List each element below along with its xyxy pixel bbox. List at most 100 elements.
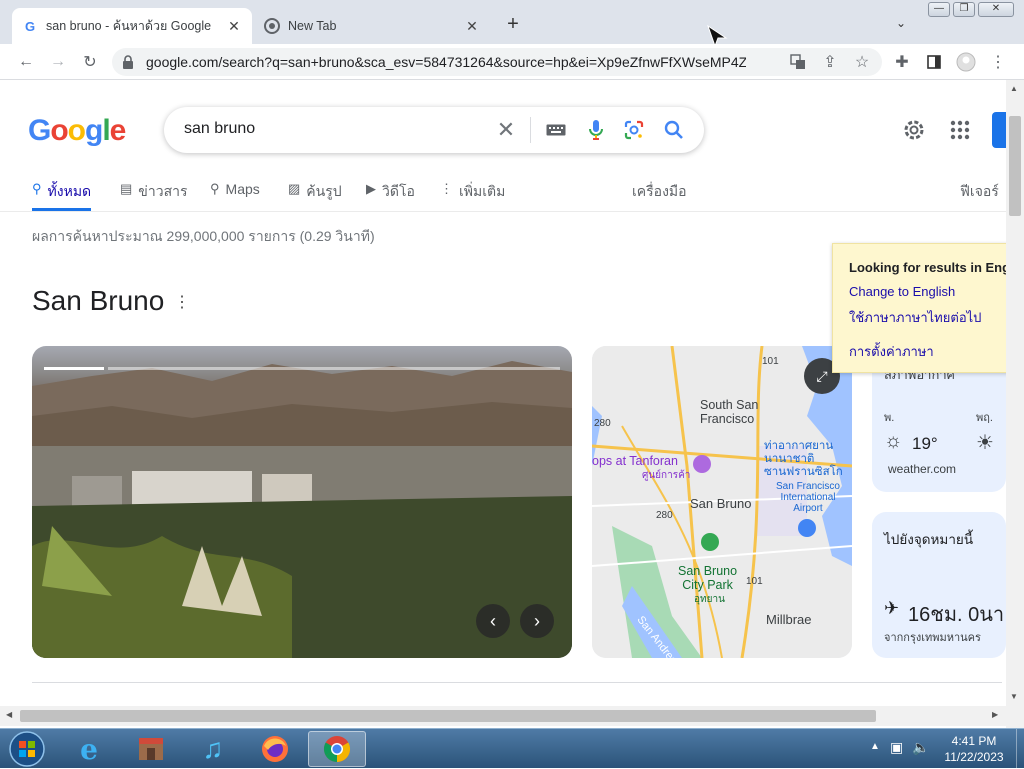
system-clock[interactable]: 4:41 PM 11/22/2023 (934, 733, 1014, 765)
tab-close-icon[interactable]: ✕ (464, 18, 480, 34)
tab-title: New Tab (288, 19, 337, 33)
map-label-hwy: 101 (762, 356, 779, 367)
tab-news[interactable]: ▤ ข่าวสาร (120, 181, 188, 211)
carousel-prev-button[interactable]: ‹ (476, 604, 510, 638)
logo-letter: g (85, 114, 103, 147)
lock-icon (123, 55, 133, 69)
profile-avatar[interactable] (956, 52, 976, 72)
address-bar[interactable]: google.com/search?q=san+bruno&sca_esv=58… (112, 48, 882, 76)
volume-muted-icon[interactable]: 🔈 (912, 739, 929, 756)
search-magnifier-icon[interactable] (662, 118, 686, 142)
map-label-city: South San Francisco (700, 398, 759, 426)
horizontal-scroll-thumb[interactable] (20, 710, 876, 722)
taskbar-chrome[interactable] (308, 731, 366, 767)
chrome-favicon-icon (264, 18, 280, 34)
clock-time: 4:41 PM (951, 734, 997, 748)
taskbar-firefox[interactable] (248, 731, 302, 767)
image-icon: ▨ (288, 181, 301, 196)
show-hidden-icons-icon[interactable]: ▲ (870, 741, 880, 752)
browser-toolbar: ← → ↻ google.com/search?q=san+bruno&sca_… (0, 44, 1024, 80)
travel-card[interactable]: ไปยังจุดหมายนี้ ✈ 16ชม. 0นา จากกรุงเทพมห… (872, 512, 1006, 658)
logo-letter: G (28, 114, 51, 147)
bookmark-star-icon[interactable]: ☆ (852, 52, 872, 72)
new-tab-button[interactable]: + (502, 14, 524, 36)
chrome-icon (323, 736, 351, 763)
minimize-button[interactable]: — (928, 2, 950, 17)
taskbar-store[interactable] (124, 731, 178, 767)
carousel-next-button[interactable]: › (520, 604, 554, 638)
travel-origin: จากกรุงเทพมหานคร (884, 632, 981, 644)
more-options-icon[interactable]: ⋮ (174, 292, 190, 312)
play-icon: ▶ (366, 181, 376, 196)
tab-search-chevron-icon[interactable]: ⌄ (896, 16, 912, 32)
sign-in-button[interactable] (992, 112, 1006, 148)
network-icon[interactable]: ▣ (890, 739, 903, 756)
scroll-left-icon[interactable]: ◀ (6, 710, 12, 719)
tab-google-search[interactable]: G san bruno - ค้นหาด้วย Google ✕ (12, 8, 252, 44)
tab-new-tab[interactable]: New Tab ✕ (254, 8, 490, 44)
location-map[interactable]: 101 280 280 101 South San Francisco ops … (592, 346, 852, 658)
menu-kebab-icon[interactable]: ⋮ (988, 52, 1008, 72)
section-divider (32, 682, 1002, 683)
logo-letter: o (50, 114, 68, 147)
language-settings-link[interactable]: การตั้งค่าภาษา (849, 341, 934, 362)
tab-videos[interactable]: ▶ วิดีโอ (366, 181, 415, 211)
tab-more[interactable]: ⋮ เพิ่มเติม (440, 181, 505, 211)
side-panel-icon[interactable] (924, 52, 944, 72)
google-favicon-icon: G (24, 18, 36, 34)
back-arrow-icon[interactable]: ← (16, 52, 36, 72)
google-logo[interactable]: Google (28, 114, 127, 148)
airplane-icon: ✈ (884, 598, 900, 618)
tab-images[interactable]: ▨ ค้นรูป (288, 181, 342, 211)
tab-close-icon[interactable]: ✕ (226, 18, 242, 34)
tab-label: Maps (225, 181, 260, 197)
tab-tools[interactable]: เครื่องมือ (632, 181, 687, 211)
share-icon[interactable]: ⇪ (820, 52, 840, 72)
taskbar-internet-explorer[interactable]: e (62, 731, 116, 767)
show-desktop-button[interactable] (1016, 729, 1024, 769)
vertical-scroll-thumb[interactable] (1009, 116, 1021, 216)
knowledge-panel-title: San Bruno (32, 285, 165, 316)
forward-arrow-icon[interactable]: → (48, 52, 68, 72)
store-icon (139, 738, 163, 760)
firefox-icon (262, 736, 288, 762)
extensions-icon[interactable]: ✚ (892, 52, 912, 72)
map-label-hwy: 280 (594, 418, 611, 429)
scroll-right-icon[interactable]: ▶ (992, 710, 998, 719)
reload-icon[interactable]: ↻ (80, 52, 100, 72)
scroll-up-icon[interactable]: ▲ (1010, 84, 1018, 93)
partly-cloudy-icon: ☼ (884, 430, 903, 452)
horizontal-scrollbar[interactable]: ◀ ▶ (0, 706, 1006, 726)
scroll-down-icon[interactable]: ▼ (1010, 692, 1018, 701)
settings-gear-icon[interactable] (902, 118, 926, 142)
search-box: san bruno ✕ (164, 107, 704, 153)
search-input[interactable]: san bruno (184, 120, 255, 138)
tab-label: ทั้งหมด (47, 183, 92, 199)
voice-search-mic-icon[interactable] (584, 118, 608, 142)
apps-grid-icon[interactable] (950, 120, 970, 140)
tab-all[interactable]: ⚲ ทั้งหมด (32, 181, 92, 211)
map-label-poi: ศูนย์การค้า (642, 470, 691, 481)
vertical-scrollbar[interactable]: ▲ ▼ (1006, 80, 1024, 706)
start-button[interactable] (2, 731, 52, 767)
google-lens-icon[interactable] (622, 118, 646, 142)
keyboard-icon[interactable] (544, 118, 568, 142)
change-to-english-link[interactable]: Change to English (849, 284, 955, 299)
translate-icon[interactable] (788, 52, 808, 72)
tab-title: san bruno - ค้นหาด้วย Google (46, 19, 212, 33)
tab-strip: G san bruno - ค้นหาด้วย Google ✕ New Tab… (0, 0, 1024, 48)
restore-button[interactable]: ❐ (953, 2, 975, 17)
taskbar-music[interactable]: ♫ (186, 731, 240, 767)
weather-day: พ. (884, 412, 895, 424)
logo-letter: e (109, 114, 127, 147)
map-label-city: San Bruno (690, 496, 752, 511)
windows-logo-icon (9, 731, 45, 767)
tab-features[interactable]: ฟีเจอร์ (960, 181, 999, 211)
photo-carousel[interactable]: ‹ › (32, 346, 572, 658)
weather-source: weather.com (888, 462, 957, 476)
tab-maps[interactable]: ⚲ Maps (210, 181, 260, 211)
weather-day: พฤ. (976, 412, 993, 424)
keep-thai-link[interactable]: ใช้ภาษาภาษาไทยต่อไป (849, 307, 981, 328)
close-window-button[interactable]: ✕ (978, 2, 1014, 17)
clear-search-icon[interactable]: ✕ (494, 117, 518, 142)
